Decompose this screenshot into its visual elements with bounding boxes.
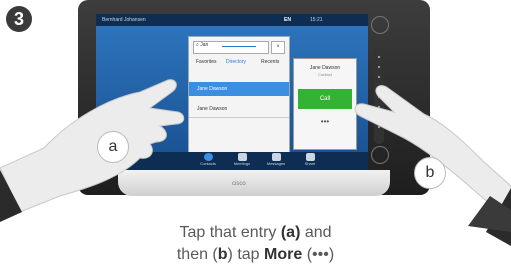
caption-line-2: then (b) tap More (•••) — [60, 244, 451, 266]
callout-label-b: b — [414, 157, 446, 189]
instruction-caption: Tap that entry (a) and then (b) tap More… — [60, 222, 451, 266]
caption-ref-a: (a) — [280, 224, 301, 241]
caption-text: and — [300, 224, 332, 241]
left-hand — [0, 79, 185, 222]
caption-ref-b: b — [217, 246, 228, 263]
callout-label-a: a — [97, 131, 129, 163]
caption-text: Tap that entry — [179, 224, 281, 241]
hands-illustration — [0, 79, 511, 246]
caption-text: (•••) — [302, 246, 335, 263]
caption-text: ) tap — [227, 246, 265, 263]
caption-line-1: Tap that entry (a) and — [60, 222, 451, 244]
caption-more-word: More — [264, 246, 303, 263]
caption-text: then ( — [176, 246, 218, 263]
